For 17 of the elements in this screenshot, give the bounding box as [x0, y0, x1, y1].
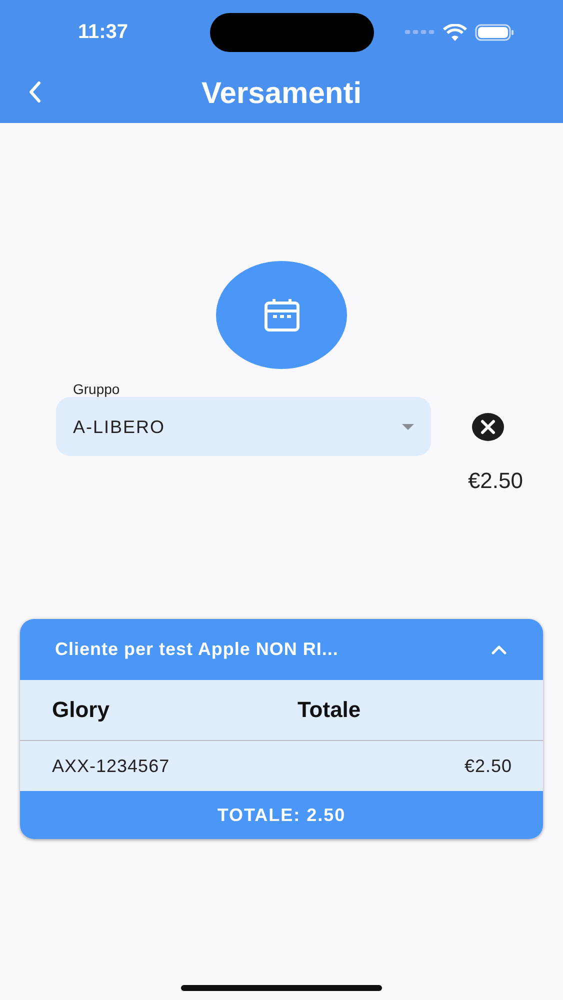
calendar-icon — [264, 298, 300, 332]
table-cell: AXX-1234567 — [52, 756, 170, 776]
clear-button[interactable] — [472, 413, 504, 441]
amount-text: €2.50 — [468, 468, 523, 494]
column-header: Totale — [298, 697, 362, 723]
group-dropdown[interactable]: A-LIBERO — [56, 397, 431, 456]
signal-icon — [405, 29, 435, 35]
dropdown-caret-icon — [402, 424, 414, 430]
table-cell: €2.50 — [464, 756, 512, 776]
field-label: Gruppo — [73, 381, 121, 397]
status-time: 11:37 — [78, 20, 130, 44]
wifi-icon — [443, 24, 467, 40]
page-title: Versamenti — [201, 76, 362, 110]
total-text: TOTALE: 2.50 — [217, 804, 346, 826]
battery-icon — [475, 24, 515, 40]
column-header: Glory — [52, 697, 110, 723]
back-button[interactable] — [28, 81, 42, 103]
